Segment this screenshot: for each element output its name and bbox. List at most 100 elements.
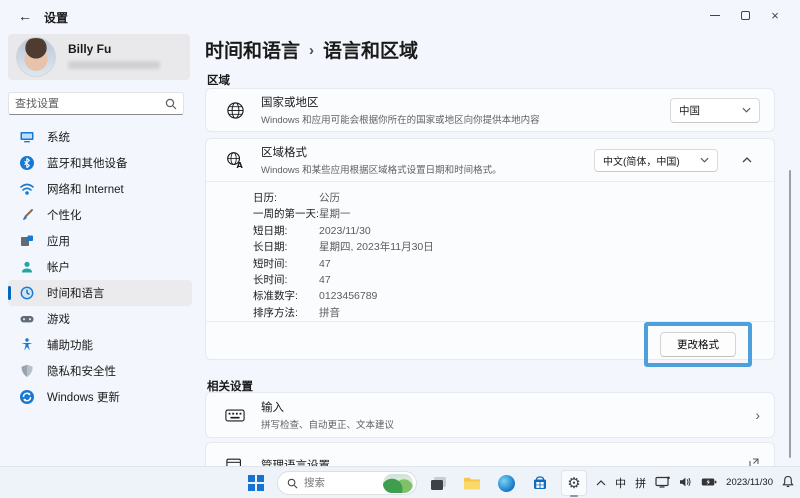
country-dropdown-value: 中国 <box>679 103 700 118</box>
time-language-icon <box>18 285 35 302</box>
globe-icon <box>225 100 245 120</box>
accessibility-icon <box>18 337 35 354</box>
folder-icon <box>463 476 481 491</box>
close-button[interactable]: × <box>760 4 790 26</box>
settings-app-button[interactable]: ⚙ <box>561 470 587 496</box>
store-icon <box>532 475 548 491</box>
format-label: 日历: <box>253 190 319 206</box>
sidebar-nav: 系统 蓝牙和其他设备 网络和 Internet 个性化 应用 帐户 时间和语言 <box>0 124 200 410</box>
titlebar: ← 设置 × <box>0 0 800 32</box>
regional-format-card: A 区域格式 Windows 和某些应用根据区域格式设置日期和时间格式。 中文(… <box>205 138 775 360</box>
chevron-down-icon <box>742 107 751 113</box>
battery-icon <box>701 477 717 487</box>
volume-button[interactable] <box>679 476 692 491</box>
sidebar: Billy Fu 系统 蓝牙和其他设备 网络和 Internet 个性化 应用 <box>0 32 200 466</box>
sidebar-item-time-language[interactable]: 时间和语言 <box>8 280 192 306</box>
scrollbar[interactable] <box>789 170 791 458</box>
country-card-subtitle: Windows 和应用可能会根据你所在的国家或地区向你提供本地内容 <box>261 112 654 126</box>
privacy-icon <box>18 363 35 380</box>
search-icon <box>287 478 298 489</box>
minimize-icon <box>710 15 720 16</box>
ime-mode-button[interactable]: 拼 <box>635 475 646 491</box>
breadcrumb: 时间和语言 › 语言和区域 <box>205 36 418 63</box>
battery-button[interactable] <box>701 477 717 490</box>
format-row-first-day: 一周的第一天:星期一 <box>253 206 774 222</box>
regional-format-value: 中文(简体，中国) <box>603 153 680 168</box>
chevron-up-icon <box>742 157 752 163</box>
sidebar-item-network[interactable]: 网络和 Internet <box>8 176 192 202</box>
sidebar-item-label: 帐户 <box>47 259 70 275</box>
tray-chevron-up-button[interactable] <box>596 477 606 489</box>
region-section-label: 区域 <box>207 72 230 88</box>
sidebar-item-apps[interactable]: 应用 <box>8 228 192 254</box>
format-details: 日历:公历 一周的第一天:星期一 短日期:2023/11/30 长日期:星期四,… <box>206 182 774 321</box>
sidebar-item-label: 应用 <box>47 233 70 249</box>
format-footer: 更改格式 <box>206 321 774 361</box>
window-controls: × <box>700 4 790 26</box>
sidebar-item-bluetooth[interactable]: 蓝牙和其他设备 <box>8 150 192 176</box>
regional-format-dropdown[interactable]: 中文(简体，中国) <box>594 149 718 172</box>
settings-search[interactable] <box>8 92 184 115</box>
sidebar-item-system[interactable]: 系统 <box>8 124 192 150</box>
collapse-expander-button[interactable] <box>734 157 760 163</box>
sidebar-item-label: 辅助功能 <box>47 337 93 353</box>
format-value: 星期四, 2023年11月30日 <box>319 239 434 255</box>
keyboard-icon <box>225 405 245 425</box>
typing-card[interactable]: 输入 拼写检查、自动更正、文本建议 › <box>205 392 775 438</box>
search-input[interactable] <box>15 98 165 110</box>
start-button[interactable] <box>243 470 269 496</box>
annotation-highlight-box: 更改格式 <box>644 322 752 367</box>
notifications-button[interactable] <box>782 475 794 491</box>
microsoft-store-button[interactable] <box>527 470 553 496</box>
maximize-icon <box>741 11 750 20</box>
sidebar-item-gaming[interactable]: 游戏 <box>8 306 192 332</box>
file-explorer-button[interactable] <box>459 470 485 496</box>
chevron-right-icon: › <box>755 407 760 423</box>
breadcrumb-parent[interactable]: 时间和语言 <box>205 36 300 63</box>
taskbar-search[interactable] <box>277 471 417 495</box>
minimize-button[interactable] <box>700 4 730 26</box>
change-formats-button[interactable]: 更改格式 <box>660 332 736 357</box>
typing-card-subtitle: 拼写检查、自动更正、文本建议 <box>261 417 739 431</box>
format-label: 长时间: <box>253 272 319 288</box>
sidebar-item-accessibility[interactable]: 辅助功能 <box>8 332 192 358</box>
format-value: 公历 <box>319 190 340 206</box>
maximize-button[interactable] <box>730 4 760 26</box>
taskbar-search-input[interactable] <box>304 477 377 489</box>
format-row-short-date: 短日期:2023/11/30 <box>253 223 774 239</box>
format-label: 长日期: <box>253 239 319 255</box>
format-label: 短时间: <box>253 256 319 272</box>
back-button[interactable]: ← <box>12 6 38 26</box>
country-card-title: 国家或地区 <box>261 94 654 110</box>
profile-name: Billy Fu <box>68 42 111 56</box>
edge-button[interactable] <box>493 470 519 496</box>
clock-date-button[interactable]: 2023/11/30 <box>726 478 773 488</box>
task-view-button[interactable] <box>425 470 451 496</box>
chevron-down-icon <box>700 157 709 163</box>
cast-display-button[interactable] <box>655 476 670 491</box>
sidebar-item-personalization[interactable]: 个性化 <box>8 202 192 228</box>
taskbar: ⚙ 中 拼 2023/11/30 <box>0 466 800 498</box>
gaming-icon <box>18 311 35 328</box>
windows-logo-icon <box>248 475 264 491</box>
windows-update-icon <box>18 389 35 406</box>
format-label: 短日期: <box>253 223 319 239</box>
task-view-icon <box>430 476 447 491</box>
profile-card[interactable]: Billy Fu <box>8 34 190 80</box>
regional-format-header[interactable]: A 区域格式 Windows 和某些应用根据区域格式设置日期和时间格式。 中文(… <box>206 139 774 182</box>
sidebar-item-label: 隐私和安全性 <box>47 363 116 379</box>
sidebar-item-label: 系统 <box>47 129 70 145</box>
sidebar-item-label: 时间和语言 <box>47 285 105 301</box>
country-dropdown[interactable]: 中国 <box>670 98 760 123</box>
accounts-icon <box>18 259 35 276</box>
format-row-calendar: 日历:公历 <box>253 190 774 206</box>
sidebar-item-accounts[interactable]: 帐户 <box>8 254 192 280</box>
sidebar-item-windows-update[interactable]: Windows 更新 <box>8 384 192 410</box>
apps-icon <box>18 233 35 250</box>
format-row-sort-method: 排序方法:拼音 <box>253 305 774 321</box>
personalization-icon <box>18 207 35 224</box>
ime-language-button[interactable]: 中 <box>615 475 626 491</box>
sidebar-item-label: 游戏 <box>47 311 70 327</box>
page-title: 语言和区域 <box>323 36 418 63</box>
sidebar-item-privacy[interactable]: 隐私和安全性 <box>8 358 192 384</box>
